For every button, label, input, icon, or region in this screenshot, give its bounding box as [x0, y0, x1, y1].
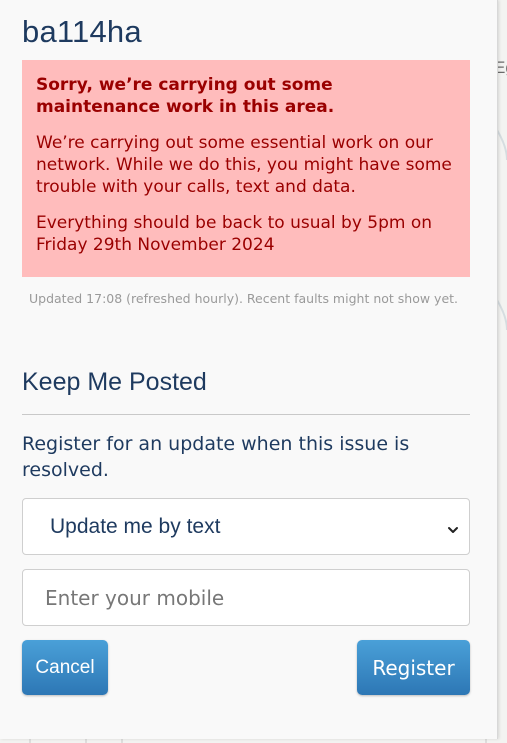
- alert-eta: Everything should be back to usual by 5p…: [36, 213, 433, 255]
- cancel-button[interactable]: Cancel: [22, 640, 108, 695]
- section-divider: [22, 414, 470, 415]
- updated-timestamp: Updated 17:08 (refreshed hourly). Recent…: [29, 291, 459, 306]
- notify-method-value: Update me by text: [50, 515, 221, 538]
- notify-method-select[interactable]: Update me by text: [22, 498, 470, 555]
- alert-message: We’re carrying out some essential work o…: [36, 133, 452, 197]
- alert-headline: Sorry, we’re carrying out some maintenan…: [36, 75, 335, 117]
- register-description: Register for an update when this issue i…: [22, 433, 410, 481]
- chevron-down-icon: [447, 521, 459, 533]
- register-button[interactable]: Register: [357, 640, 470, 695]
- mobile-number-input[interactable]: [22, 569, 470, 626]
- keep-me-posted-heading: Keep Me Posted: [22, 368, 207, 396]
- maintenance-alert: Sorry, we’re carrying out some maintenan…: [22, 60, 470, 277]
- location-title: ba114ha: [22, 14, 142, 49]
- service-status-panel: ba114ha Sorry, we’re carrying out some m…: [0, 0, 498, 739]
